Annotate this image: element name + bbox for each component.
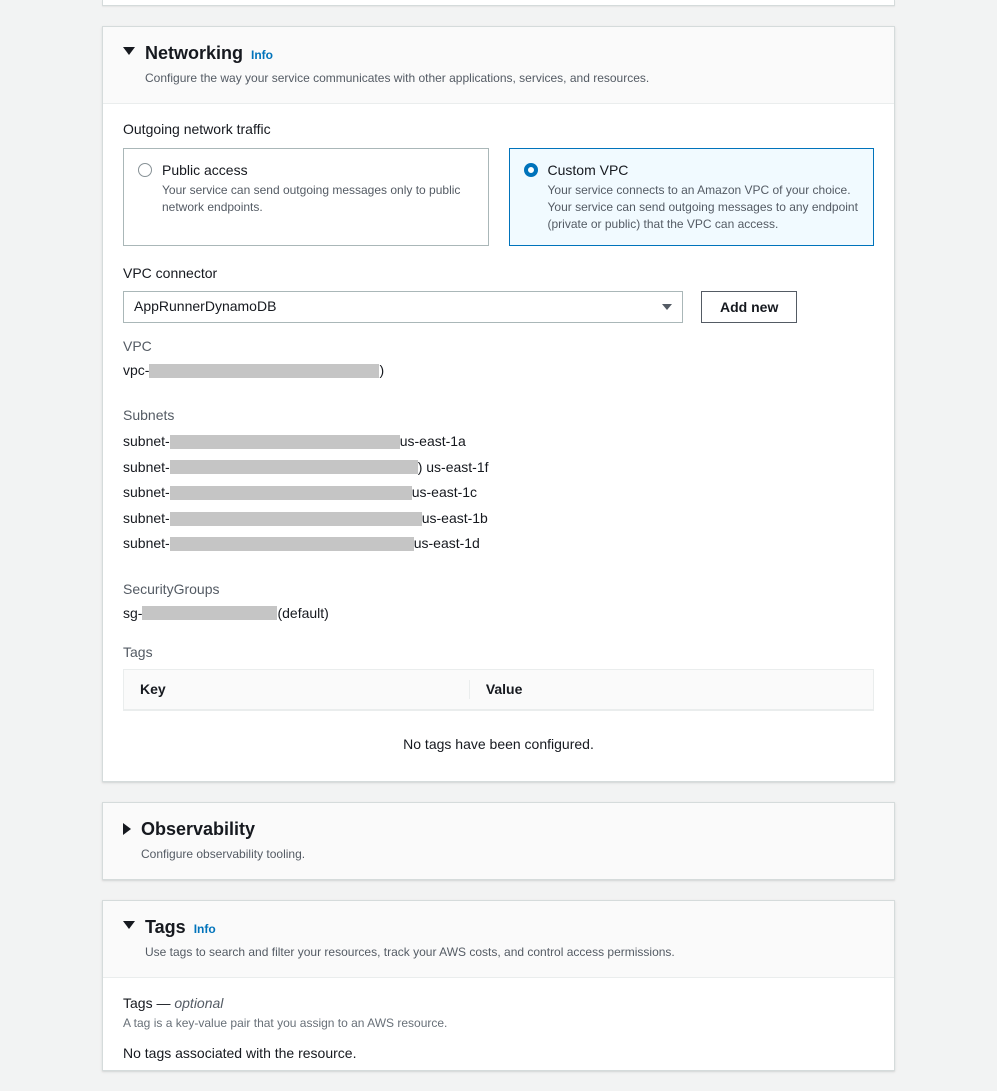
networking-panel: Networking Info Configure the way your s… [102,26,895,782]
subnet-item: subnet- us-east-1c [123,483,874,503]
caret-down-icon [123,921,135,929]
tags-header[interactable]: Tags Info Use tags to search and filter … [103,901,894,978]
subnet-item: subnet-) us-east-1f [123,458,874,478]
redacted-subnet-id [170,512,422,526]
tags-sub-label: Tags — optional [123,994,874,1014]
no-tags-message: No tags associated with the resource. [123,1044,874,1064]
tags-label: Tags [123,643,874,663]
security-group-value: sg- (default) [123,604,874,624]
observability-desc: Configure observability tooling. [141,846,305,863]
custom-vpc-option[interactable]: Custom VPC Your service connects to an A… [509,148,875,246]
tags-empty-message: No tags have been configured. [123,711,874,761]
subnet-item: subnet- us-east-1d [123,534,874,554]
tags-desc: Use tags to search and filter your resou… [145,944,675,961]
tags-col-key: Key [140,680,470,700]
caret-right-icon [123,823,131,835]
redacted-subnet-id [170,537,414,551]
networking-desc: Configure the way your service communica… [145,70,649,87]
networking-title: Networking [145,41,243,66]
redacted-subnet-id [170,435,400,449]
vpc-connector-select[interactable]: AppRunnerDynamoDB [123,291,683,323]
observability-title: Observability [141,817,255,842]
public-access-option[interactable]: Public access Your service can send outg… [123,148,489,246]
subnet-item: subnet- us-east-1b [123,509,874,529]
outgoing-traffic-label: Outgoing network traffic [123,120,874,140]
security-groups-label: SecurityGroups [123,580,874,600]
observability-panel: Observability Configure observability to… [102,802,895,880]
subnets-label: Subnets [123,406,874,426]
custom-vpc-desc: Your service connects to an Amazon VPC o… [548,182,860,232]
public-access-title: Public access [162,161,474,181]
redacted-sg-id [142,606,277,620]
previous-panel-edge [102,0,895,6]
redacted-subnet-id [170,460,418,474]
caret-down-icon [123,47,135,55]
tags-panel: Tags Info Use tags to search and filter … [102,900,895,1071]
custom-vpc-title: Custom VPC [548,161,860,181]
vpc-connector-value: AppRunnerDynamoDB [134,297,276,317]
vpc-value: vpc- ) [123,361,874,381]
public-access-desc: Your service can send outgoing messages … [162,182,474,216]
tags-table: Key Value [123,669,874,712]
tags-info-link[interactable]: Info [194,921,216,938]
observability-header[interactable]: Observability Configure observability to… [103,803,894,879]
subnets-list: subnet- us-east-1a subnet-) us-east-1f sub… [123,432,874,554]
chevron-down-icon [662,304,672,310]
redacted-subnet-id [170,486,412,500]
vpc-connector-label: VPC connector [123,264,874,284]
redacted-vpc-id [149,364,379,378]
vpc-label: VPC [123,337,874,357]
networking-info-link[interactable]: Info [251,47,273,64]
radio-checked-icon [524,163,538,177]
networking-header[interactable]: Networking Info Configure the way your s… [103,27,894,104]
tags-title: Tags [145,915,186,940]
radio-unchecked-icon [138,163,152,177]
tags-col-value: Value [470,680,857,700]
add-new-button[interactable]: Add new [701,291,797,323]
subnet-item: subnet- us-east-1a [123,432,874,452]
